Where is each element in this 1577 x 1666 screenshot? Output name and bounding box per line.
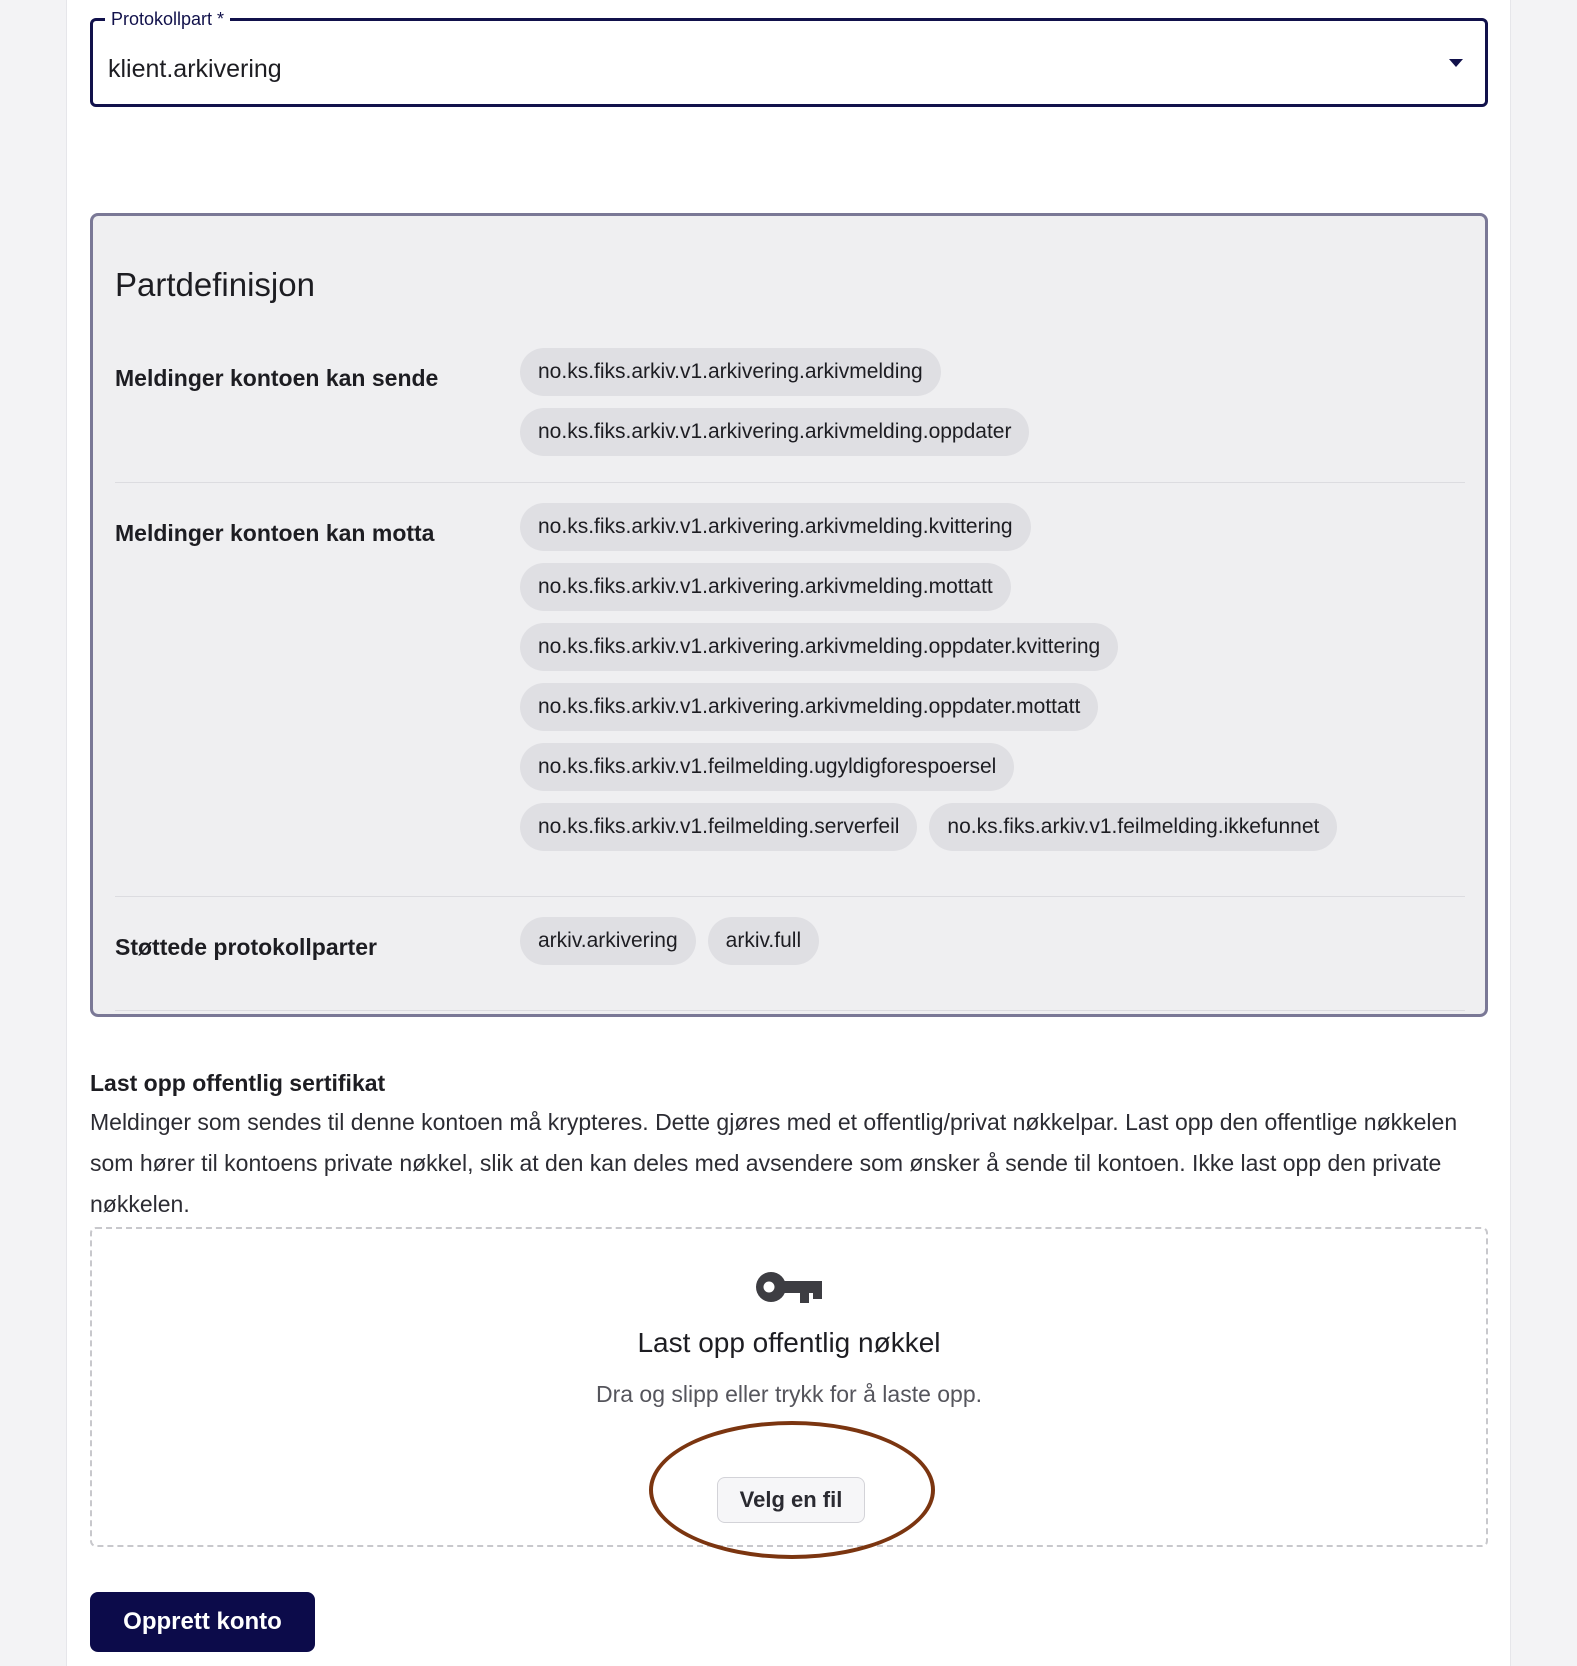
form-page: Protokollpart * klient.arkivering Partde… (66, 0, 1511, 1666)
message-chip: no.ks.fiks.arkiv.v1.arkivering.arkivmeld… (520, 503, 1031, 551)
upload-description: Meldinger som sendes til denne kontoen m… (90, 1109, 1458, 1217)
file-dropzone[interactable]: Last opp offentlig nøkkel Dra og slipp e… (90, 1227, 1488, 1559)
dropzone-subtitle: Dra og slipp eller trykk for å laste opp… (595, 1381, 983, 1407)
protocol-part-chip: arkiv.arkivering (520, 917, 696, 965)
upload-heading: Last opp offentlig sertifikat (90, 1070, 386, 1096)
send-messages-chips: no.ks.fiks.arkiv.v1.arkivering.arkivmeld… (520, 348, 1465, 468)
panel-title: Partdefinisjon (115, 266, 315, 303)
message-chip: no.ks.fiks.arkiv.v1.feilmelding.serverfe… (520, 803, 918, 851)
protocol-part-chip: arkiv.full (707, 917, 820, 965)
receive-messages-row: Meldinger kontoen kan motta no.ks.fiks.a… (115, 503, 1465, 897)
dropzone-title: Last opp offentlig nøkkel (637, 1327, 941, 1358)
receive-messages-label: Meldinger kontoen kan motta (115, 520, 435, 546)
message-chip: no.ks.fiks.arkiv.v1.arkivering.arkivmeld… (520, 683, 1099, 731)
protocol-select-label: Protokollpart * (105, 8, 231, 30)
protocol-select[interactable]: Protokollpart * klient.arkivering (90, 8, 1488, 107)
message-chip: no.ks.fiks.arkiv.v1.feilmelding.ikkefunn… (929, 803, 1338, 851)
send-messages-label: Meldinger kontoen kan sende (115, 365, 439, 391)
message-chip: no.ks.fiks.arkiv.v1.arkivering.arkivmeld… (520, 408, 1030, 456)
send-messages-row: Meldinger kontoen kan sende no.ks.fiks.a… (115, 348, 1465, 483)
message-chip: no.ks.fiks.arkiv.v1.arkivering.arkivmeld… (520, 348, 941, 396)
chevron-down-icon[interactable] (1449, 59, 1463, 67)
supported-protocol-parts-row: Støttede protokollparter arkiv.arkiverin… (115, 917, 1465, 1011)
key-icon (756, 1272, 822, 1303)
create-account-button[interactable]: Opprett konto (90, 1592, 315, 1652)
protocol-select-value: klient.arkivering (108, 55, 282, 83)
party-definition-panel: Partdefinisjon Meldinger kontoen kan sen… (90, 213, 1488, 1017)
choose-file-button[interactable]: Velg en fil (717, 1477, 865, 1523)
message-chip: no.ks.fiks.arkiv.v1.feilmelding.ugyldigf… (520, 743, 1015, 791)
supported-protocol-parts-chips: arkiv.arkivering arkiv.full (520, 917, 1465, 977)
message-chip: no.ks.fiks.arkiv.v1.arkivering.arkivmeld… (520, 623, 1119, 671)
receive-messages-chips: no.ks.fiks.arkiv.v1.arkivering.arkivmeld… (520, 503, 1465, 863)
message-chip: no.ks.fiks.arkiv.v1.arkivering.arkivmeld… (520, 563, 1011, 611)
supported-protocol-parts-label: Støttede protokollparter (115, 934, 377, 960)
